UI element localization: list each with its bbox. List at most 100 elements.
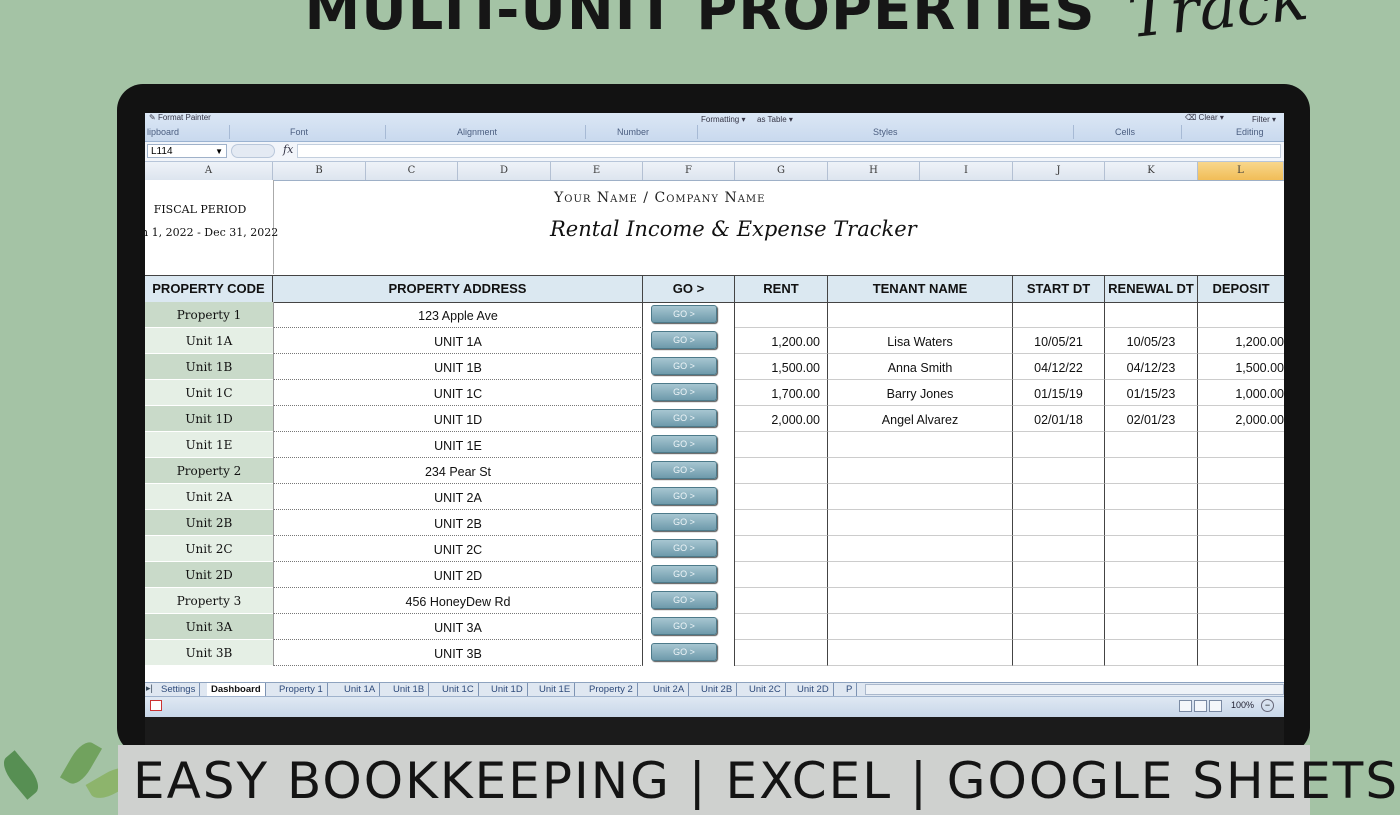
sheet-tab-unit-1e[interactable]: Unit 1E — [535, 683, 576, 696]
property-address-cell[interactable]: 234 Pear St — [273, 458, 643, 484]
tab-scroll-icon[interactable]: ▸| — [146, 683, 153, 694]
conditional-formatting-button[interactable]: Formatting ▾ — [701, 115, 745, 125]
function-icon[interactable]: fx — [283, 143, 293, 156]
tenant-name-cell[interactable] — [828, 458, 1013, 484]
property-code-cell[interactable]: Property 2 — [145, 458, 273, 484]
zoom-level[interactable]: 100% — [1231, 700, 1254, 710]
sheet-tab-property-2[interactable]: Property 2 — [585, 683, 638, 696]
tenant-name-cell[interactable]: Anna Smith — [828, 354, 1013, 380]
property-code-cell[interactable]: Unit 3A — [145, 614, 273, 640]
clear-button[interactable]: ⌫ Clear ▾ — [1185, 113, 1224, 123]
rent-cell[interactable] — [735, 510, 828, 536]
deposit-cell[interactable]: 1,200.00 — [1198, 328, 1284, 354]
property-address-cell[interactable]: UNIT 1B — [273, 354, 643, 380]
tenant-name-cell[interactable] — [828, 614, 1013, 640]
tenant-name-cell[interactable] — [828, 302, 1013, 328]
sheet-tab-unit-1a[interactable]: Unit 1A — [340, 683, 381, 696]
deposit-cell[interactable] — [1198, 614, 1284, 640]
property-code-cell[interactable]: Unit 1B — [145, 354, 273, 380]
column-header-b[interactable]: B — [273, 162, 366, 180]
start-date-cell[interactable]: 04/12/22 — [1013, 354, 1105, 380]
go-button[interactable]: GO > — [651, 331, 717, 349]
start-date-cell[interactable] — [1013, 484, 1105, 510]
rent-cell[interactable]: 1,200.00 — [735, 328, 828, 354]
property-address-cell[interactable]: UNIT 3A — [273, 614, 643, 640]
column-header-d[interactable]: D — [458, 162, 551, 180]
go-button[interactable]: GO > — [651, 591, 717, 609]
renewal-date-cell[interactable]: 01/15/23 — [1105, 380, 1198, 406]
zoom-out-icon[interactable]: − — [1261, 699, 1274, 712]
property-address-cell[interactable]: UNIT 2A — [273, 484, 643, 510]
property-code-cell[interactable]: Property 3 — [145, 588, 273, 614]
macro-record-icon[interactable] — [150, 700, 162, 711]
go-button[interactable]: GO > — [651, 565, 717, 583]
renewal-date-cell[interactable] — [1105, 588, 1198, 614]
tenant-name-cell[interactable]: Lisa Waters — [828, 328, 1013, 354]
column-header-l[interactable]: L — [1198, 162, 1284, 180]
tenant-name-cell[interactable] — [828, 640, 1013, 666]
deposit-cell[interactable] — [1198, 640, 1284, 666]
property-address-cell[interactable]: UNIT 1D — [273, 406, 643, 432]
formula-controls[interactable] — [231, 144, 275, 158]
sheet-tab-unit-1b[interactable]: Unit 1B — [389, 683, 430, 696]
format-painter-button[interactable]: ✎ Format Painter — [149, 113, 211, 123]
tenant-name-cell[interactable] — [828, 588, 1013, 614]
deposit-cell[interactable] — [1198, 458, 1284, 484]
rent-cell[interactable] — [735, 302, 828, 328]
sheet-tab-unit-2c[interactable]: Unit 2C — [745, 683, 786, 696]
property-code-cell[interactable]: Unit 3B — [145, 640, 273, 666]
rent-cell[interactable] — [735, 588, 828, 614]
page-layout-icon[interactable] — [1194, 700, 1207, 712]
name-box[interactable]: L114 ▼ — [147, 144, 227, 158]
deposit-cell[interactable] — [1198, 536, 1284, 562]
rent-cell[interactable]: 1,500.00 — [735, 354, 828, 380]
start-date-cell[interactable]: 01/15/19 — [1013, 380, 1105, 406]
go-button[interactable]: GO > — [651, 643, 717, 661]
start-date-cell[interactable] — [1013, 302, 1105, 328]
column-header-f[interactable]: F — [643, 162, 735, 180]
column-header-i[interactable]: I — [920, 162, 1013, 180]
go-button[interactable]: GO > — [651, 513, 717, 531]
renewal-date-cell[interactable] — [1105, 484, 1198, 510]
property-address-cell[interactable]: UNIT 1C — [273, 380, 643, 406]
property-address-cell[interactable]: UNIT 2B — [273, 510, 643, 536]
start-date-cell[interactable] — [1013, 432, 1105, 458]
start-date-cell[interactable]: 02/01/18 — [1013, 406, 1105, 432]
column-header-h[interactable]: H — [828, 162, 920, 180]
rent-cell[interactable] — [735, 536, 828, 562]
start-date-cell[interactable] — [1013, 562, 1105, 588]
rent-cell[interactable]: 1,700.00 — [735, 380, 828, 406]
column-header-j[interactable]: J — [1013, 162, 1105, 180]
column-header-g[interactable]: G — [735, 162, 828, 180]
start-date-cell[interactable] — [1013, 458, 1105, 484]
sheet-tab-dashboard[interactable]: Dashboard — [207, 683, 266, 696]
renewal-date-cell[interactable] — [1105, 458, 1198, 484]
rent-cell[interactable] — [735, 614, 828, 640]
property-address-cell[interactable]: UNIT 1E — [273, 432, 643, 458]
renewal-date-cell[interactable] — [1105, 510, 1198, 536]
go-button[interactable]: GO > — [651, 383, 717, 401]
renewal-date-cell[interactable] — [1105, 536, 1198, 562]
view-switcher[interactable] — [1179, 699, 1224, 717]
filter-button[interactable]: Filter ▾ — [1252, 115, 1276, 125]
property-address-cell[interactable]: UNIT 2D — [273, 562, 643, 588]
rent-cell[interactable] — [735, 458, 828, 484]
start-date-cell[interactable] — [1013, 640, 1105, 666]
tenant-name-cell[interactable]: Barry Jones — [828, 380, 1013, 406]
sheet-tab-unit-2d[interactable]: Unit 2D — [793, 683, 834, 696]
go-button[interactable]: GO > — [651, 539, 717, 557]
go-button[interactable]: GO > — [651, 487, 717, 505]
deposit-cell[interactable] — [1198, 484, 1284, 510]
renewal-date-cell[interactable]: 02/01/23 — [1105, 406, 1198, 432]
sheet-tab-property-1[interactable]: Property 1 — [275, 683, 328, 696]
renewal-date-cell[interactable]: 10/05/23 — [1105, 328, 1198, 354]
sheet-tab-unit-2b[interactable]: Unit 2B — [697, 683, 738, 696]
page-break-icon[interactable] — [1209, 700, 1222, 712]
horizontal-scrollbar[interactable] — [865, 684, 1284, 695]
tenant-name-cell[interactable] — [828, 536, 1013, 562]
property-code-cell[interactable]: Unit 1D — [145, 406, 273, 432]
tenant-name-cell[interactable]: Angel Alvarez — [828, 406, 1013, 432]
renewal-date-cell[interactable] — [1105, 614, 1198, 640]
rent-cell[interactable] — [735, 432, 828, 458]
go-button[interactable]: GO > — [651, 305, 717, 323]
